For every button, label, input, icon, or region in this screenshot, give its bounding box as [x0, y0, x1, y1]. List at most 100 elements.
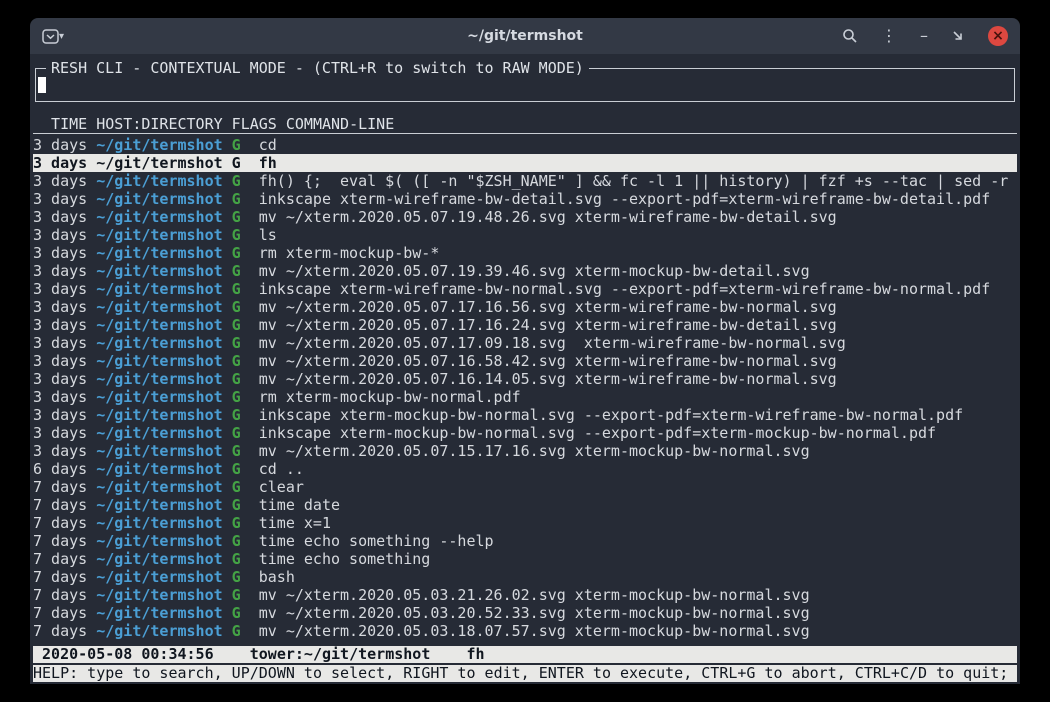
history-command: clear — [259, 478, 304, 496]
history-time: 7 days — [33, 478, 96, 496]
history-row[interactable]: 3 days~/git/termshotGinkscape xterm-mock… — [33, 424, 1017, 442]
history-row[interactable]: 3 days~/git/termshotGinkscape xterm-mock… — [33, 406, 1017, 424]
history-row[interactable]: 3 days~/git/termshotGinkscape xterm-wire… — [33, 190, 1017, 208]
history-row[interactable]: 7 days~/git/termshotGbash — [33, 568, 1017, 586]
text-cursor — [38, 77, 46, 93]
history-time: 3 days — [33, 172, 96, 190]
titlebar[interactable]: ▾ ~/git/termshot ⋮ – — [30, 18, 1020, 54]
history-row[interactable]: 3 days~/git/termshotGmv ~/xterm.2020.05.… — [33, 298, 1017, 316]
history-host-directory: ~/git/termshot — [96, 352, 231, 370]
history-row[interactable]: 7 days~/git/termshotGmv ~/xterm.2020.05.… — [33, 622, 1017, 640]
history-command: cd .. — [259, 460, 304, 478]
history-command: inkscape xterm-mockup-bw-normal.svg --ex… — [259, 424, 936, 442]
history-flags: G — [232, 568, 259, 586]
history-time: 7 days — [33, 586, 96, 604]
history-row[interactable]: 3 days~/git/termshotGmv ~/xterm.2020.05.… — [33, 334, 1017, 352]
history-row[interactable]: 3 days~/git/termshotGcd — [33, 136, 1017, 154]
history-list: 3 days~/git/termshotGcd3 days~/git/terms… — [33, 136, 1017, 640]
history-host-directory: ~/git/termshot — [96, 262, 231, 280]
history-time: 3 days — [33, 136, 96, 154]
history-host-directory: ~/git/termshot — [96, 478, 231, 496]
table-header: TIME HOST:DIRECTORY FLAGS COMMAND-LINE — [33, 115, 1017, 134]
history-host-directory: ~/git/termshot — [96, 226, 231, 244]
minimize-button[interactable]: – — [920, 28, 928, 44]
history-row[interactable]: 3 days~/git/termshotGrm xterm-mockup-bw-… — [33, 388, 1017, 406]
history-command: rm xterm-mockup-bw-normal.pdf — [259, 388, 521, 406]
history-row[interactable]: 3 days~/git/termshotGmv ~/xterm.2020.05.… — [33, 262, 1017, 280]
history-flags: G — [232, 298, 259, 316]
history-command: time date — [259, 496, 340, 514]
history-host-directory: ~/git/termshot — [96, 550, 231, 568]
history-row[interactable]: 7 days~/git/termshotGclear — [33, 478, 1017, 496]
history-command: mv ~/xterm.2020.05.07.16.14.05.svg xterm… — [259, 370, 837, 388]
history-time: 3 days — [33, 226, 96, 244]
history-time: 3 days — [33, 388, 96, 406]
menu-button[interactable]: ⋮ — [881, 28, 897, 44]
history-row[interactable]: 7 days~/git/termshotGmv ~/xterm.2020.05.… — [33, 586, 1017, 604]
history-row[interactable]: 3 days~/git/termshotGmv ~/xterm.2020.05.… — [33, 352, 1017, 370]
history-command: mv ~/xterm.2020.05.07.15.17.16.svg xterm… — [259, 442, 810, 460]
history-time: 3 days — [33, 208, 96, 226]
history-time: 3 days — [33, 280, 96, 298]
history-host-directory: ~/git/termshot — [96, 172, 231, 190]
history-flags: G — [232, 496, 259, 514]
history-host-directory: ~/git/termshot — [96, 568, 231, 586]
chevron-down-icon: ▾ — [59, 31, 64, 42]
history-flags: G — [232, 190, 259, 208]
app-menu-button[interactable]: ▾ — [42, 29, 64, 44]
history-flags: G — [232, 172, 259, 190]
history-command: time echo something — [259, 550, 431, 568]
history-host-directory: ~/git/termshot — [96, 442, 231, 460]
history-command: cd — [259, 136, 277, 154]
history-command: mv ~/xterm.2020.05.07.19.39.46.svg xterm… — [259, 262, 810, 280]
help-bar: HELP: type to search, UP/DOWN to select,… — [33, 665, 1017, 682]
history-flags: G — [232, 334, 259, 352]
history-time: 7 days — [33, 496, 96, 514]
history-row[interactable]: 6 days~/git/termshotGcd .. — [33, 460, 1017, 478]
history-host-directory: ~/git/termshot — [96, 316, 231, 334]
history-row[interactable]: 7 days~/git/termshotGtime date — [33, 496, 1017, 514]
search-box-title: RESH CLI - CONTEXTUAL MODE - (CTRL+R to … — [46, 59, 589, 77]
terminal-content: RESH CLI - CONTEXTUAL MODE - (CTRL+R to … — [30, 54, 1020, 684]
history-flags: G — [232, 550, 259, 568]
history-command: mv ~/xterm.2020.05.07.17.09.18.svg xterm… — [259, 334, 846, 352]
history-row[interactable]: 3 days~/git/termshotGmv ~/xterm.2020.05.… — [33, 316, 1017, 334]
history-time: 3 days — [33, 352, 96, 370]
history-time: 3 days — [33, 262, 96, 280]
history-row[interactable]: 3 days~/git/termshotGmv ~/xterm.2020.05.… — [33, 208, 1017, 226]
minimize-icon: – — [920, 28, 928, 44]
history-row[interactable]: 3 days~/git/termshotGrm xterm-mockup-bw-… — [33, 244, 1017, 262]
history-time: 3 days — [33, 298, 96, 316]
history-row[interactable]: 3 days~/git/termshotGfh() {; eval $( ([ … — [33, 172, 1017, 190]
history-flags: G — [232, 388, 259, 406]
history-command: fh — [259, 154, 277, 172]
close-button[interactable]: × — [988, 26, 1008, 46]
window-title: ~/git/termshot — [232, 28, 818, 44]
history-row[interactable]: 7 days~/git/termshotGmv ~/xterm.2020.05.… — [33, 604, 1017, 622]
history-row[interactable]: 7 days~/git/termshotGtime x=1 — [33, 514, 1017, 532]
history-row[interactable]: 3 days~/git/termshotGmv ~/xterm.2020.05.… — [33, 370, 1017, 388]
history-time: 3 days — [33, 370, 96, 388]
restore-button[interactable] — [951, 29, 965, 43]
history-flags: G — [232, 226, 259, 244]
history-time: 7 days — [33, 532, 96, 550]
search-icon — [842, 28, 858, 44]
history-row[interactable]: 7 days~/git/termshotGtime echo something… — [33, 532, 1017, 550]
history-row[interactable]: 3 days~/git/termshotGinkscape xterm-wire… — [33, 280, 1017, 298]
history-command: time x=1 — [259, 514, 331, 532]
search-button[interactable] — [842, 28, 858, 44]
history-host-directory: ~/git/termshot — [96, 604, 231, 622]
history-row[interactable]: 7 days~/git/termshotGtime echo something — [33, 550, 1017, 568]
history-row[interactable]: 3 days~/git/termshotGls — [33, 226, 1017, 244]
history-host-directory: ~/git/termshot — [96, 424, 231, 442]
history-row[interactable]: 3 days~/git/termshotGmv ~/xterm.2020.05.… — [33, 442, 1017, 460]
search-input[interactable]: RESH CLI - CONTEXTUAL MODE - (CTRL+R to … — [35, 68, 1015, 102]
history-flags: G — [232, 586, 259, 604]
history-command: bash — [259, 568, 295, 586]
history-time: 6 days — [33, 460, 96, 478]
history-flags: G — [232, 406, 259, 424]
history-command: ls — [259, 226, 277, 244]
history-flags: G — [232, 604, 259, 622]
history-row[interactable]: 3 days~/git/termshotGfh — [33, 154, 1017, 172]
history-time: 7 days — [33, 514, 96, 532]
